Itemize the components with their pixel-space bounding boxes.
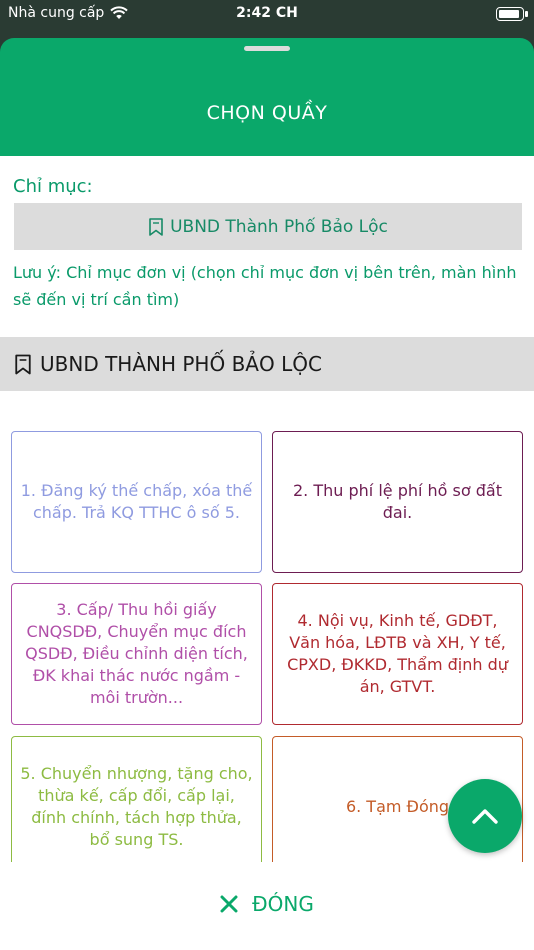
- counter-card[interactable]: 2. Thu phí lệ phí hồ sơ đất đai.: [272, 431, 523, 573]
- counter-card[interactable]: 3. Cấp/ Thu hồi giấy CNQSDĐ, Chuyển mục …: [11, 583, 262, 725]
- bookmark-icon: [15, 354, 31, 374]
- bookmark-icon: [149, 217, 163, 236]
- counter-label: 2. Thu phí lệ phí hồ sơ đất đai.: [293, 481, 502, 522]
- counter-card[interactable]: 5. Chuyển nhượng, tặng cho, thừa kế, cấp…: [11, 736, 262, 862]
- index-selected-value: UBND Thành Phố Bảo Lộc: [170, 216, 388, 237]
- sheet-grabber[interactable]: [244, 46, 290, 51]
- page-title: CHỌN QUẦY: [206, 102, 328, 124]
- battery-icon: [496, 7, 528, 21]
- counter-label: 6. Tạm Đóng: [345, 797, 450, 816]
- section-header: UBND THÀNH PHỐ BẢO LỘC: [0, 337, 534, 391]
- sheet-header: CHỌN QUẦY: [0, 38, 534, 156]
- counter-label: 4. Nội vụ, Kinh tế, GDĐT, Văn hóa, LĐTB …: [287, 611, 508, 696]
- scroll-top-button[interactable]: [448, 779, 522, 853]
- close-icon: [220, 895, 238, 913]
- close-label: ĐÓNG: [252, 892, 314, 916]
- counter-grid: 1. Đăng ký thế chấp, xóa thế chấp. Trả K…: [0, 392, 534, 862]
- counter-card[interactable]: 1. Đăng ký thế chấp, xóa thế chấp. Trả K…: [11, 431, 262, 573]
- status-bar: Nhà cung cấp 2:42 CH: [0, 0, 534, 32]
- status-time: 2:42 CH: [236, 5, 298, 21]
- bottom-bar: ĐÓNG: [0, 862, 534, 950]
- close-button[interactable]: ĐÓNG: [0, 892, 534, 916]
- counter-label: 5. Chuyển nhượng, tặng cho, thừa kế, cấp…: [20, 764, 253, 849]
- index-note: Lưu ý: Chỉ mục đơn vị (chọn chỉ mục đơn …: [13, 263, 517, 309]
- index-label: Chỉ mục:: [13, 176, 93, 197]
- counter-label: 3. Cấp/ Thu hồi giấy CNQSDĐ, Chuyển mục …: [25, 600, 248, 707]
- counter-card[interactable]: 4. Nội vụ, Kinh tế, GDĐT, Văn hóa, LĐTB …: [272, 583, 523, 725]
- section-title: UBND THÀNH PHỐ BẢO LỘC: [40, 352, 322, 376]
- index-selector[interactable]: UBND Thành Phố Bảo Lộc: [14, 203, 522, 250]
- chevron-up-icon: [472, 809, 498, 824]
- counter-label: 1. Đăng ký thế chấp, xóa thế chấp. Trả K…: [20, 481, 253, 522]
